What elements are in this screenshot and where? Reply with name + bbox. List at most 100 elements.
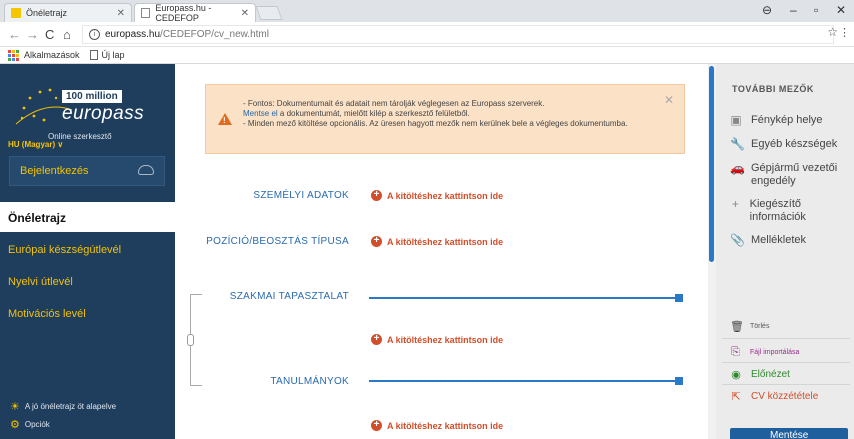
plus-icon: + (371, 236, 382, 247)
url-host: europass.hu (105, 29, 161, 40)
europass-logo[interactable]: 100 million europass Online szerkesztő (14, 76, 164, 141)
chevron-down-icon: ∨ (57, 140, 64, 149)
address-bar-row: ← → C ⌂ i europass.hu/CEDEFOP/cv_new.htm… (0, 22, 854, 47)
fill-work-experience-button[interactable]: + A kitöltéshez kattintson ide (371, 334, 503, 345)
save-button[interactable]: Mentése (730, 428, 848, 439)
back-icon[interactable]: ← (8, 27, 21, 42)
item-label: Egyéb készségek (751, 138, 838, 150)
plus-icon: + (371, 420, 382, 431)
warning-mark: ! (223, 116, 226, 125)
reload-icon[interactable]: C (45, 27, 54, 42)
plus-icon: + (371, 334, 382, 345)
options-label: Opciók (24, 420, 50, 429)
bookmark-star-icon[interactable]: ☆ (827, 25, 838, 39)
url-input[interactable]: i europass.hu/CEDEFOP/cv_new.html (82, 25, 834, 44)
fill-position-button[interactable]: + A kitöltéshez kattintson ide (371, 236, 503, 247)
add-driving-licence-item[interactable]: 🚗 Gépjármű vezetői engedély (730, 162, 848, 188)
forward-icon[interactable]: → (26, 27, 39, 42)
cv-tips-link[interactable]: ☀ A jó önéletrajz öt alapelve (10, 400, 116, 413)
tab-close-icon[interactable]: ✕ (117, 8, 125, 19)
add-attachments-item[interactable]: 📎 Mellékletek (730, 234, 806, 247)
nav-item-skills-passport[interactable]: Európai készségútlevél (8, 244, 121, 256)
trash-icon: 🗑 (730, 321, 744, 333)
window-close-icon[interactable]: ✕ (836, 3, 846, 17)
save-label: Mentése (770, 430, 809, 439)
additional-fields-panel: TOVÁBBI MEZŐK ▣ Fénykép helye 🔧 Egyéb kész… (716, 64, 854, 439)
logo-brand: europass (62, 103, 145, 124)
alert-close-icon[interactable]: ✕ (664, 93, 674, 107)
divider (722, 338, 850, 339)
publish-label: CV közzététele (751, 391, 819, 402)
cv-editor: ! - Fontos: Dokumentumait és adatait nem… (175, 64, 708, 439)
car-icon: 🚗 (730, 161, 745, 175)
page-favicon-icon (141, 8, 151, 18)
home-icon[interactable]: ⌂ (63, 27, 71, 42)
paperclip-icon: 📎 (730, 233, 745, 247)
wrench-icon: 🔧 (730, 137, 745, 151)
language-selector[interactable]: HU (Magyar) ∨ (8, 140, 63, 149)
preview-button[interactable]: ◉ Előnézet (730, 368, 790, 381)
eye-icon: ◉ (731, 369, 741, 381)
photo-icon: ▣ (730, 113, 742, 127)
fill-label: A kitöltéshez kattintson ide (387, 190, 504, 201)
bookmark-new-tab[interactable]: Új lap (102, 50, 125, 60)
maximize-icon[interactable]: ▫ (814, 3, 818, 17)
login-button[interactable]: Bejelentkezés (9, 156, 165, 186)
fill-label: A kitöltéshez kattintson ide (387, 334, 504, 345)
language-label: HU (Magyar) (8, 140, 56, 149)
import-icon: ⎘ (731, 346, 740, 358)
drag-handle-icon[interactable] (187, 334, 194, 346)
add-photo-item[interactable]: ▣ Fénykép helye (730, 113, 823, 127)
page-icon (89, 50, 98, 60)
divider-end (675, 294, 683, 302)
import-file-button[interactable]: ⎘ Fájl importálása (730, 346, 799, 359)
browser-tab-europass[interactable]: Europass.hu - CEDEFOP ✕ (134, 3, 256, 23)
item-label: Kiegészítő információk (749, 198, 806, 223)
divider (722, 384, 850, 385)
europass-favicon-icon (11, 8, 21, 18)
lightbulb-icon: ☀ (10, 401, 20, 413)
section-education: TANULMÁNYOK (270, 376, 349, 387)
add-other-skills-item[interactable]: 🔧 Egyéb készségek (730, 138, 837, 151)
logo-badge: 100 million (62, 90, 122, 103)
delete-button[interactable]: 🗑 Törlés (730, 320, 769, 333)
preview-label: Előnézet (751, 369, 790, 380)
divider (722, 362, 850, 363)
cloud-icon (138, 165, 154, 175)
section-position-type: POZÍCIÓ/BEOSZTÁS TÍPUSA (206, 236, 349, 247)
nav-item-cover-letter[interactable]: Motivációs levél (8, 308, 86, 320)
gear-icon: ⚙ (10, 419, 20, 431)
menu-icon[interactable]: ⋮ (839, 26, 850, 39)
new-tab-button[interactable] (255, 6, 283, 20)
minimize-icon[interactable]: – (790, 3, 797, 17)
fill-personal-info-button[interactable]: + A kitöltéshez kattintson ide (371, 190, 503, 201)
options-link[interactable]: ⚙ Opciók (10, 418, 50, 431)
nav-item-cv[interactable]: Önéletrajz (0, 202, 175, 232)
section-divider (369, 294, 683, 302)
section-work-experience: SZAKMAI TAPASZTALAT (229, 291, 349, 302)
info-icon[interactable]: i (89, 29, 100, 40)
nav-item-language-passport[interactable]: Nyelvi útlevél (8, 276, 73, 288)
tab-close-icon[interactable]: ✕ (241, 8, 249, 19)
left-sidebar: 100 million europass Online szerkesztő H… (0, 64, 175, 439)
item-label: Fénykép helye (751, 114, 823, 126)
scrollbar-thumb[interactable] (709, 66, 714, 262)
browser-tab-cv[interactable]: Önéletrajz ✕ (4, 3, 132, 22)
item-label: Gépjármű vezetői engedély (751, 162, 838, 187)
publish-cv-button[interactable]: ⇱ CV közzététele (730, 390, 818, 403)
item-label: Mellékletek (751, 234, 807, 246)
add-additional-info-item[interactable]: + Kiegészítő információk (730, 198, 848, 224)
fill-label: A kitöltéshez kattintson ide (387, 236, 504, 247)
fill-label: A kitöltéshez kattintson ide (387, 420, 504, 431)
fill-education-button[interactable]: + A kitöltéshez kattintson ide (371, 420, 503, 431)
plus-icon: + (371, 190, 382, 201)
tab-title: Europass.hu - CEDEFOP (155, 3, 212, 23)
save-link[interactable]: Mentse el (243, 109, 278, 118)
bookmark-apps[interactable]: Alkalmazások (24, 50, 80, 60)
tab-title: Önéletrajz (26, 8, 68, 18)
profile-icon[interactable]: ⊖ (762, 3, 772, 17)
browser-tabbar: Önéletrajz ✕ Europass.hu - CEDEFOP ✕ ⊖ –… (0, 0, 854, 23)
import-label: Fájl importálása (750, 349, 800, 356)
nav-item-label: Önéletrajz (8, 211, 67, 225)
alert-line-2: a dokumentumát, mielőtt kilép a szerkesz… (277, 109, 470, 118)
